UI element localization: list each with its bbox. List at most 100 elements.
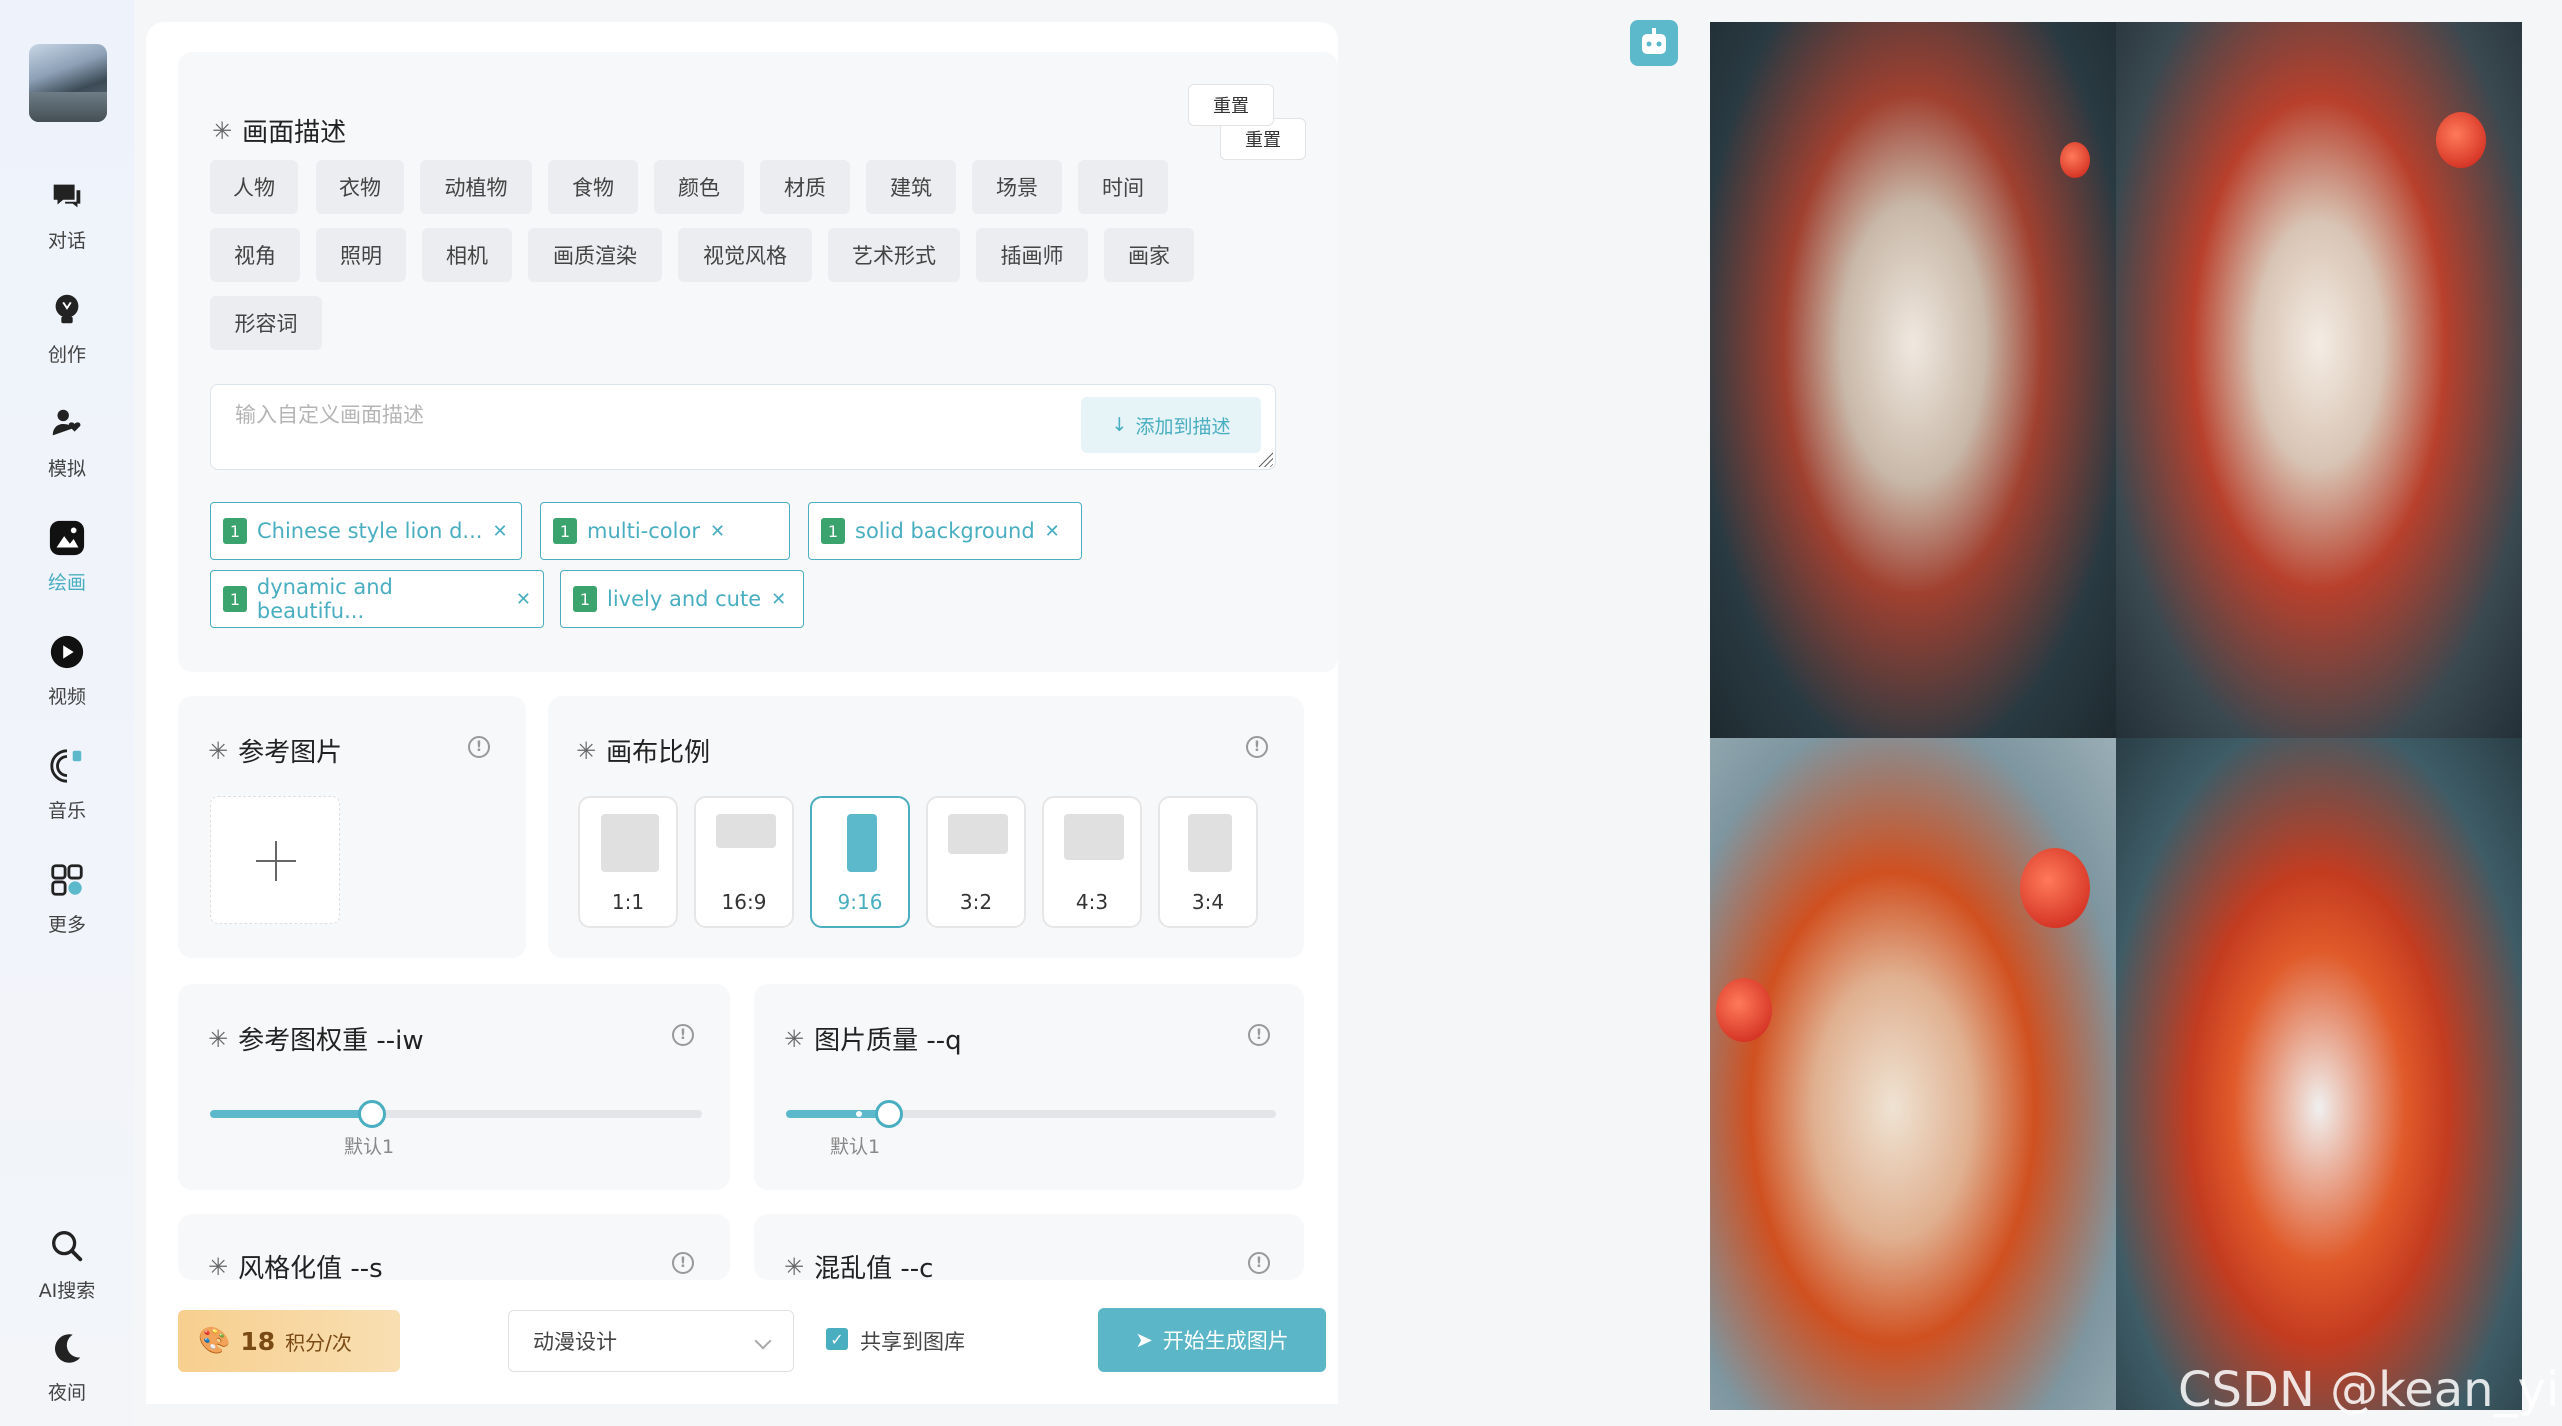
tag-weight: 1: [821, 518, 845, 544]
nav-item-simulate[interactable]: 模拟: [0, 404, 134, 500]
nav-item-video[interactable]: 视频: [0, 632, 134, 728]
info-icon[interactable]: !: [672, 1024, 694, 1046]
chip-category[interactable]: 人物: [210, 160, 298, 214]
close-icon[interactable]: ✕: [771, 589, 786, 610]
nav-item-ai-search[interactable]: AI搜索: [0, 1226, 134, 1322]
chip-category[interactable]: 场景: [972, 160, 1062, 214]
chip-category[interactable]: 材质: [760, 160, 850, 214]
generated-image[interactable]: [1710, 738, 2116, 1410]
asterisk-icon: ✳: [784, 1024, 805, 1053]
chat-icon: [47, 176, 87, 216]
slider-handle[interactable]: [874, 1100, 903, 1128]
nav-item-create[interactable]: 创作: [0, 290, 134, 386]
info-icon[interactable]: !: [1248, 1024, 1270, 1046]
prompt-tag[interactable]: 1 dynamic and beautifu... ✕: [210, 570, 544, 628]
slider-caption: 默认1: [344, 1136, 395, 1158]
upload-reference-button[interactable]: [210, 796, 340, 924]
robot-icon[interactable]: [1630, 20, 1678, 66]
reset-button[interactable]: 重置: [1188, 84, 1274, 126]
weight-slider[interactable]: [210, 1100, 702, 1128]
ratio-option-1-1[interactable]: 1:1: [578, 796, 678, 928]
close-icon[interactable]: ✕: [516, 589, 531, 610]
share-label: 共享到图库: [860, 1330, 965, 1354]
nav-label: 更多: [47, 914, 86, 936]
close-icon[interactable]: ✕: [710, 521, 725, 542]
info-icon[interactable]: !: [672, 1252, 694, 1274]
info-icon[interactable]: !: [1246, 736, 1268, 758]
chip-category[interactable]: 画质渲染: [528, 228, 662, 282]
asterisk-icon: ✳: [208, 1024, 229, 1053]
chip-category[interactable]: 形容词: [210, 296, 322, 350]
chip-category[interactable]: 相机: [422, 228, 512, 282]
tag-text: dynamic and beautifu...: [256, 575, 393, 623]
info-icon[interactable]: !: [1248, 1252, 1270, 1274]
prompt-tag[interactable]: 1 Chinese style lion d... ✕: [210, 502, 522, 560]
ratio-option-3-4[interactable]: 3:4: [1158, 796, 1258, 928]
tag-weight: 1: [223, 518, 247, 544]
ratio-option-16-9[interactable]: 16:9: [694, 796, 794, 928]
chip-category[interactable]: 动植物: [420, 160, 532, 214]
ratio-option-4-3[interactable]: 4:3: [1042, 796, 1142, 928]
prompt-tag[interactable]: 1 multi-color ✕: [540, 502, 790, 560]
prompt-tag[interactable]: 1 solid background ✕: [808, 502, 1082, 560]
close-icon[interactable]: ✕: [492, 521, 507, 542]
chip-category[interactable]: 衣物: [316, 160, 404, 214]
nav-item-night[interactable]: 夜间: [0, 1328, 134, 1424]
asterisk-icon: ✳: [784, 1252, 805, 1281]
generated-image[interactable]: [2116, 738, 2522, 1410]
app-logo[interactable]: [29, 44, 107, 122]
arrow-down-icon: ↓: [1111, 414, 1128, 436]
tag-weight: 1: [223, 586, 247, 612]
watermark-text: CSDN @kean_yin: [2178, 1362, 2562, 1418]
chip-category[interactable]: 颜色: [654, 160, 744, 214]
asterisk-icon: ✳: [208, 1252, 229, 1281]
sidebar: 对话 创作 模拟 绘画 视频 音乐 更多 AI搜索 夜间: [0, 0, 134, 1426]
generated-image[interactable]: [2116, 22, 2522, 738]
prompt-tag[interactable]: 1 lively and cute ✕: [560, 570, 804, 628]
slider-handle[interactable]: [358, 1100, 387, 1128]
nav-label: 音乐: [47, 800, 86, 822]
chip-category[interactable]: 视角: [210, 228, 300, 282]
close-icon[interactable]: ✕: [1045, 521, 1060, 542]
chip-category[interactable]: 照明: [316, 228, 406, 282]
nav-item-chat[interactable]: 对话: [0, 176, 134, 272]
chip-category[interactable]: 时间: [1078, 160, 1168, 214]
ratio-shape: [601, 814, 659, 872]
chip-category[interactable]: 视觉风格: [678, 228, 812, 282]
chevron-down-icon: [754, 1332, 772, 1350]
custom-description-input[interactable]: 输入自定义画面描述 ↓ 添加到描述: [210, 384, 1276, 470]
generate-button[interactable]: ➤ 开始生成图片: [1098, 1308, 1326, 1372]
grid-icon: [47, 860, 87, 900]
info-icon[interactable]: !: [468, 736, 490, 758]
ratio-shape: [716, 814, 776, 848]
ratio-option-3-2[interactable]: 3:2: [926, 796, 1026, 928]
nav-label: 夜间: [47, 1382, 86, 1404]
section-title-weight: ✳ 参考图权重 --iw: [208, 1024, 424, 1057]
style-select[interactable]: 动漫设计: [508, 1310, 794, 1372]
tag-text: solid background: [855, 519, 1035, 543]
canvas-ratio-card: ✳ 画布比例 ! 1:1 16:9 9:16 3:2 4:3 3:4: [548, 696, 1304, 958]
section-title-reference: ✳ 参考图片: [208, 736, 343, 769]
add-to-description-button[interactable]: ↓ 添加到描述: [1081, 397, 1261, 453]
chip-category[interactable]: 食物: [548, 160, 638, 214]
send-icon: ➤: [1135, 1328, 1153, 1352]
share-checkbox[interactable]: ✓: [826, 1328, 848, 1350]
tag-text: lively and cute: [607, 587, 762, 611]
slider-fill: [786, 1110, 889, 1118]
chip-category[interactable]: 艺术形式: [828, 228, 960, 282]
ratio-shape: [948, 814, 1008, 854]
tag-text: Chinese style lion d...: [257, 519, 483, 543]
chip-category[interactable]: 建筑: [866, 160, 956, 214]
nav-item-paint[interactable]: 绘画: [0, 518, 134, 614]
slider-caption: 默认1: [830, 1136, 881, 1158]
nav-label: AI搜索: [38, 1280, 96, 1302]
ratio-option-9-16[interactable]: 9:16: [810, 796, 910, 928]
palette-icon: 🎨: [198, 1326, 231, 1356]
generated-image[interactable]: [1710, 22, 2116, 738]
chip-category[interactable]: 画家: [1104, 228, 1194, 282]
nav-item-more[interactable]: 更多: [0, 860, 134, 956]
nav-item-music[interactable]: 音乐: [0, 746, 134, 842]
chip-category[interactable]: 插画师: [976, 228, 1088, 282]
generated-image-grid[interactable]: [1710, 22, 2522, 1410]
quality-slider[interactable]: [786, 1100, 1276, 1128]
